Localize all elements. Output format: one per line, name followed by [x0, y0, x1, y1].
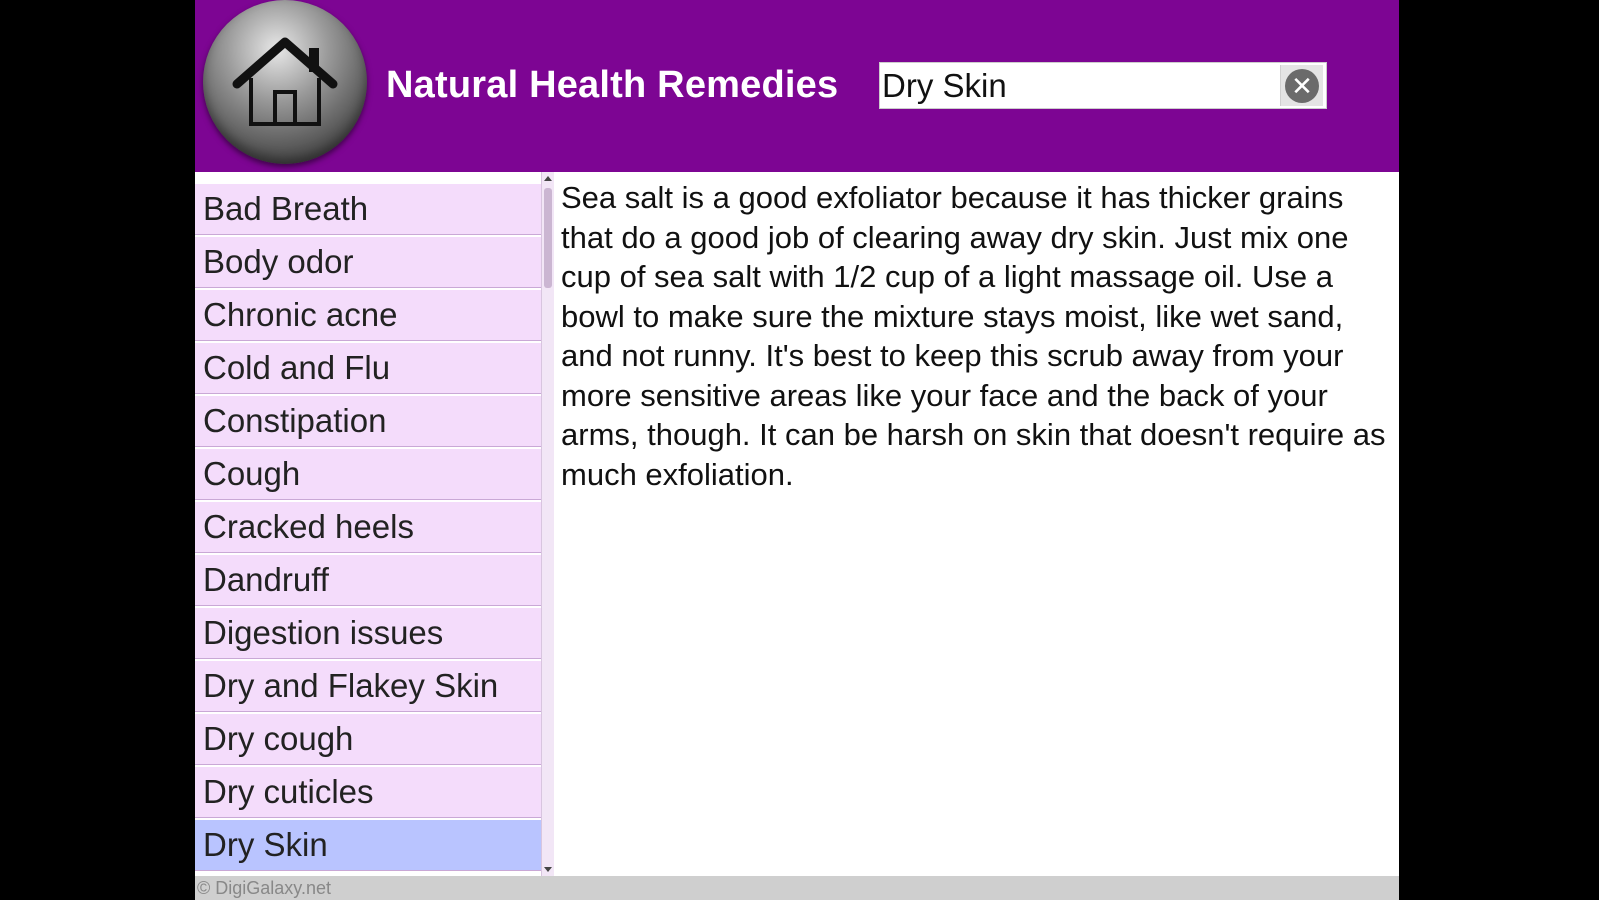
clear-search-button[interactable]: ✕: [1280, 65, 1323, 106]
scroll-up-arrow-icon[interactable]: [544, 176, 552, 181]
list-item[interactable]: Dry cough: [195, 714, 541, 765]
copyright-text: © DigiGalaxy.net: [197, 878, 331, 898]
scrollbar-thumb[interactable]: [544, 188, 552, 288]
list-item[interactable]: Bad Breath: [195, 184, 541, 235]
list-item[interactable]: Cough: [195, 449, 541, 500]
scroll-down-arrow-icon[interactable]: [544, 867, 552, 872]
clear-icon: ✕: [1285, 69, 1319, 103]
list-scrollbar[interactable]: [541, 172, 554, 876]
search-box: ✕: [879, 62, 1327, 109]
header-bar: Natural Health Remedies ✕: [195, 0, 1399, 172]
remedy-list: Bad Breath Body odor Chronic acne Cold a…: [195, 184, 541, 873]
list-item[interactable]: Chronic acne: [195, 290, 541, 341]
list-item-selected[interactable]: Dry Skin: [195, 820, 541, 871]
home-button[interactable]: [203, 0, 367, 164]
home-icon: [232, 37, 338, 126]
list-item[interactable]: Digestion issues: [195, 608, 541, 659]
list-item[interactable]: Cold and Flu: [195, 343, 541, 394]
app-title: Natural Health Remedies: [386, 64, 839, 106]
remedy-detail-panel: Sea salt is a good exfoliator because it…: [561, 172, 1393, 876]
remedy-description: Sea salt is a good exfoliator because it…: [561, 180, 1386, 492]
list-item[interactable]: Dry cuticles: [195, 767, 541, 818]
list-item[interactable]: Cracked heels: [195, 502, 541, 553]
list-item[interactable]: Dandruff: [195, 555, 541, 606]
list-item[interactable]: Body odor: [195, 237, 541, 288]
list-item[interactable]: Constipation: [195, 396, 541, 447]
footer-bar: © DigiGalaxy.net: [195, 876, 1399, 900]
app-window: Natural Health Remedies ✕ Bad Breath Bod…: [195, 0, 1399, 900]
search-input[interactable]: [880, 63, 1272, 108]
list-item[interactable]: Dry and Flakey Skin: [195, 661, 541, 712]
